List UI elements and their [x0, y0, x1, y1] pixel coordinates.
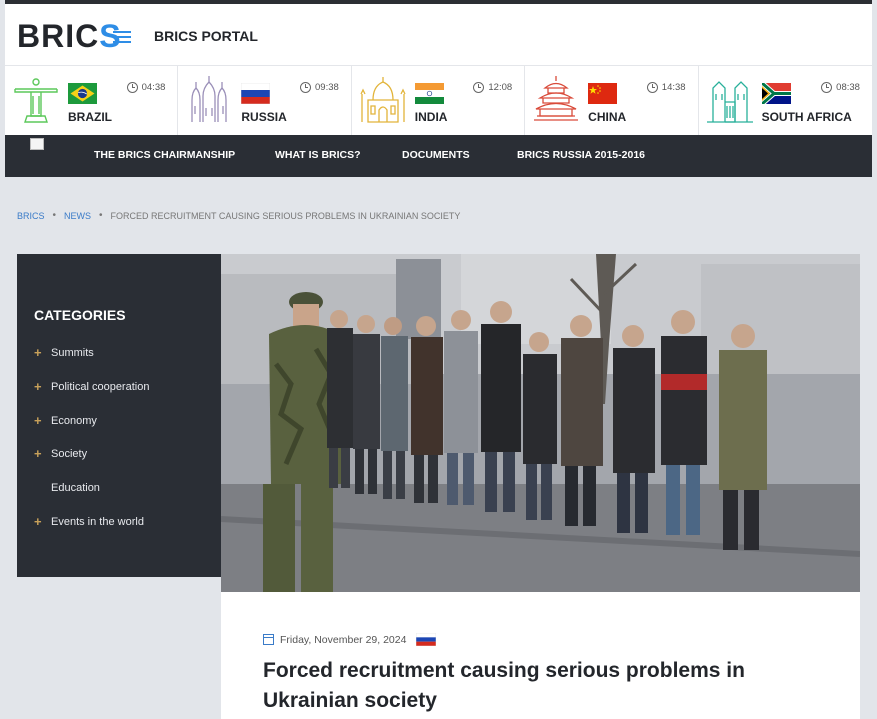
category-events-in-the-world[interactable]: + Events in the world: [34, 513, 149, 550]
brazil-flag-icon: [68, 83, 97, 104]
nav-item-documents[interactable]: DOCUMENTS: [402, 149, 470, 161]
clock-icon: [646, 82, 658, 93]
page: BRICS BRICS PORTAL BRAZIL 04:38 RUSSIA 0…: [5, 4, 872, 719]
country-name: BRAZIL: [68, 110, 112, 124]
breadcrumb-news[interactable]: NEWS: [64, 211, 91, 221]
south-africa-flag-icon: [761, 83, 791, 104]
clock-icon: [821, 82, 833, 93]
calendar-icon: [263, 634, 274, 645]
categories-sidebar: CATEGORIES + Summits + Political cooperati…: [17, 254, 221, 577]
breadcrumb-brics[interactable]: BRICS: [17, 211, 45, 221]
breadcrumb-separator: •: [99, 210, 103, 221]
country-time: 09:38: [300, 82, 339, 93]
country-time: 12:08: [473, 82, 512, 93]
country-time: 04:38: [126, 82, 165, 93]
logo-text: BRIC: [17, 18, 100, 54]
category-label: Events in the world: [51, 515, 144, 528]
country-name: CHINA: [588, 110, 627, 124]
clock-icon: [126, 82, 138, 93]
main-nav: THE BRICS CHAIRMANSHIP WHAT IS BRICS? DO…: [5, 135, 872, 177]
recruits-photo-illustration: [221, 254, 860, 592]
category-label: Summits: [51, 347, 94, 359]
article-photo: [221, 254, 860, 592]
article-meta: Friday, November 29, 2024: [263, 633, 437, 646]
plus-icon: +: [34, 513, 42, 529]
country-brazil[interactable]: BRAZIL 04:38: [5, 66, 179, 135]
category-label: Society: [51, 448, 88, 461]
category-label: Economy: [51, 414, 97, 427]
category-summits[interactable]: + Summits: [34, 345, 149, 381]
category-society[interactable]: + Society: [34, 446, 149, 482]
portal-title[interactable]: BRICS PORTAL: [154, 28, 258, 44]
plus-icon: +: [34, 345, 42, 360]
clock-icon: [473, 82, 485, 93]
russia-flag-icon: [416, 633, 437, 646]
nav-item-chairmanship[interactable]: THE BRICS CHAIRMANSHIP: [94, 149, 235, 161]
article-headline: Forced recruitment causing serious probl…: [263, 659, 745, 712]
nav-item-brics-russia[interactable]: BRICS RUSSIA 2015-2016: [517, 149, 645, 161]
country-russia[interactable]: RUSSIA 09:38: [178, 66, 352, 135]
site-header: BRICS BRICS PORTAL: [5, 4, 872, 66]
country-bar: BRAZIL 04:38 RUSSIA 09:38 INDIA 12:08 CH…: [5, 66, 872, 135]
menu-icon[interactable]: [113, 31, 131, 43]
plus-icon: +: [34, 446, 42, 462]
category-list: + Summits + Political cooperation + Economy…: [34, 345, 150, 550]
christ-redeemer-icon: [14, 78, 58, 123]
temple-of-heaven-icon: [534, 76, 579, 121]
plus-icon: +: [34, 412, 42, 428]
nav-item-what-is-brics[interactable]: WHAT IS BRICS?: [275, 149, 361, 161]
country-india[interactable]: INDIA 12:08: [352, 66, 526, 135]
category-political-cooperation[interactable]: + Political cooperation: [34, 378, 150, 415]
kremlin-icon: [191, 76, 228, 122]
category-label: Education: [51, 482, 100, 495]
breadcrumb: BRICS • NEWS • FORCED RECRUITMENT CAUSIN…: [17, 210, 460, 221]
country-time: 14:38: [646, 82, 686, 93]
india-flag-icon: [414, 83, 444, 104]
country-name: SOUTH AFRICA: [761, 110, 852, 124]
category-economy[interactable]: + Economy: [34, 412, 149, 449]
taj-mahal-icon: [360, 77, 406, 123]
country-china[interactable]: CHINA 14:38: [525, 66, 699, 135]
russia-flag-icon: [241, 83, 271, 104]
article-card: Friday, November 29, 2024 Forced recruit…: [221, 592, 860, 719]
site-logo[interactable]: BRICS: [17, 18, 122, 54]
breadcrumb-separator: •: [52, 210, 57, 221]
country-name: RUSSIA: [241, 110, 287, 124]
union-buildings-icon: [706, 81, 753, 123]
article-date: Friday, November 29, 2024: [280, 633, 407, 646]
breadcrumb-current: FORCED RECRUITMENT CAUSING SERIOUS PROBL…: [110, 210, 461, 221]
category-education[interactable]: Education: [34, 482, 149, 516]
clock-icon: [300, 82, 311, 93]
country-time: 08:38: [821, 82, 860, 93]
broken-image-icon: [30, 138, 44, 150]
country-south-africa[interactable]: SOUTH AFRICA 08:38: [699, 66, 872, 135]
plus-icon: +: [34, 378, 42, 394]
country-name: INDIA: [414, 110, 448, 124]
sidebar-title: CATEGORIES: [34, 307, 126, 323]
china-flag-icon: [588, 83, 618, 104]
category-label: Political cooperation: [51, 380, 150, 393]
